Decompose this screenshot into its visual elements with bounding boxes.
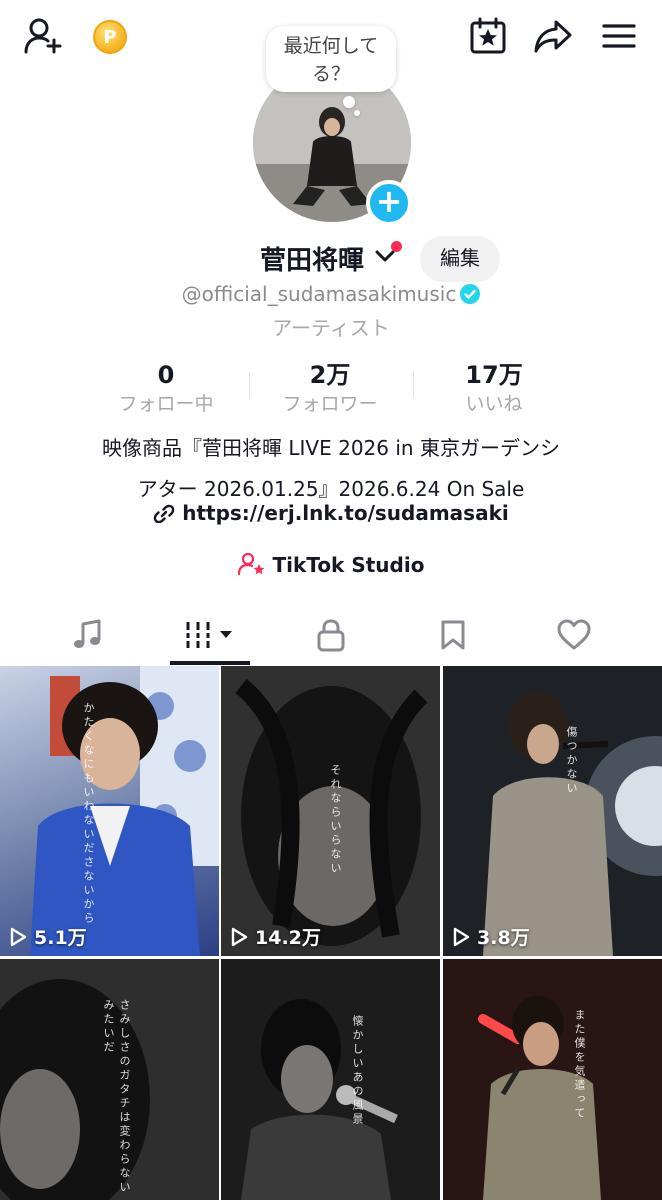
person-add-icon[interactable] <box>22 16 64 56</box>
username-handle: @official_sudamasakimusic <box>0 282 662 306</box>
stat-following[interactable]: 0 フォロー中 <box>76 360 256 418</box>
bubble-text-line1: 最近何して <box>283 35 379 57</box>
video-thumbnail[interactable]: 懐かしいあの風景 <box>221 959 440 1200</box>
video-caption: また僕を気遣って <box>573 1009 586 1121</box>
video-thumbnail[interactable]: それならいらない 14.2万 <box>221 666 440 956</box>
heart-icon[interactable] <box>508 604 640 666</box>
play-icon <box>10 927 27 946</box>
video-caption: かたくなにもいわないださないから <box>82 702 95 926</box>
bio-line: 映像商品『菅田将暉 LIVE 2026 in 東京ガーデンシ <box>102 436 560 460</box>
handle-text: @official_sudamasakimusic <box>181 282 457 306</box>
bubble-tail-dot-small <box>354 110 360 116</box>
view-count-text: 14.2万 <box>255 927 321 949</box>
coin-letter: P <box>103 26 117 48</box>
add-story-plus-icon[interactable]: + <box>366 180 412 226</box>
video-thumbnail[interactable]: かたくなにもいわないださないから 5.1万 <box>0 666 219 956</box>
stat-label: いいね <box>465 393 523 415</box>
bubble-tail-dot <box>343 96 355 108</box>
bookmark-icon[interactable] <box>387 604 519 666</box>
stat-value: 2万 <box>309 361 351 389</box>
profile-tabs <box>0 604 662 666</box>
view-count-text: 5.1万 <box>34 927 87 949</box>
stat-value: 17万 <box>465 361 523 389</box>
play-icon <box>231 927 248 946</box>
hamburger-menu-icon[interactable] <box>600 18 638 54</box>
video-thumbnail[interactable]: 傷つかない 3.8万 <box>443 666 662 956</box>
view-count-text: 3.8万 <box>477 927 530 949</box>
stat-label: フォロー中 <box>118 393 214 415</box>
profile-name: 菅田将暉 <box>260 246 365 276</box>
play-icon <box>453 927 470 946</box>
lock-icon[interactable] <box>265 604 397 666</box>
video-thumbnail[interactable]: また僕を気遣って <box>443 959 662 1200</box>
view-count: 5.1万 <box>8 923 87 950</box>
active-tab-indicator <box>170 661 250 665</box>
video-grid: かたくなにもいわないださないから 5.1万 それならいらない 14.2万 傷つか… <box>0 666 662 1200</box>
studio-label: TikTok Studio <box>272 553 425 577</box>
status-bubble[interactable]: 最近何して る？ <box>266 26 396 92</box>
link-text: https://erj.lnk.to/sudamasaki <box>182 501 509 525</box>
p-coin-icon[interactable]: P <box>93 20 127 54</box>
video-thumbnail[interactable]: さみしさのガタチは変わらないみたいだ <box>0 959 219 1200</box>
creator-studio-icon <box>237 552 266 577</box>
view-count: 14.2万 <box>229 923 321 950</box>
stat-likes[interactable]: 17万 いいね <box>404 360 584 418</box>
stat-value: 0 <box>157 361 175 389</box>
stats-row: 0 フォロー中 2万 フォロワー 17万 いいね <box>0 360 662 420</box>
account-category: アーティスト <box>272 316 390 340</box>
verified-badge-icon <box>460 284 481 304</box>
videos-grid-icon[interactable] <box>144 604 276 666</box>
name-row: 菅田将暉 編集 <box>0 236 662 284</box>
stat-followers[interactable]: 2万 フォロワー <box>240 360 420 418</box>
stat-label: フォロワー <box>282 393 378 415</box>
edit-profile-button[interactable]: 編集 <box>420 236 500 282</box>
link-icon <box>153 501 175 525</box>
bubble-text-line2: る？ <box>311 63 350 85</box>
notification-dot <box>391 241 402 252</box>
music-note-icon[interactable] <box>22 604 154 666</box>
share-arrow-icon[interactable] <box>532 16 574 56</box>
calendar-star-icon[interactable] <box>468 16 508 56</box>
video-caption: それならいらない <box>329 764 342 876</box>
bio-link[interactable]: https://erj.lnk.to/sudamasaki <box>0 501 662 525</box>
video-caption: さみしさのガタチは変わらないみたいだ <box>102 999 131 1195</box>
video-caption: 懐かしいあの風景 <box>351 1015 364 1127</box>
video-caption: 傷つかない <box>565 726 578 796</box>
view-count: 3.8万 <box>451 923 530 950</box>
tiktok-studio-button[interactable]: TikTok Studio <box>0 552 662 577</box>
bio-text: 映像商品『菅田将暉 LIVE 2026 in 東京ガーデンシ アター 2026.… <box>30 428 632 510</box>
